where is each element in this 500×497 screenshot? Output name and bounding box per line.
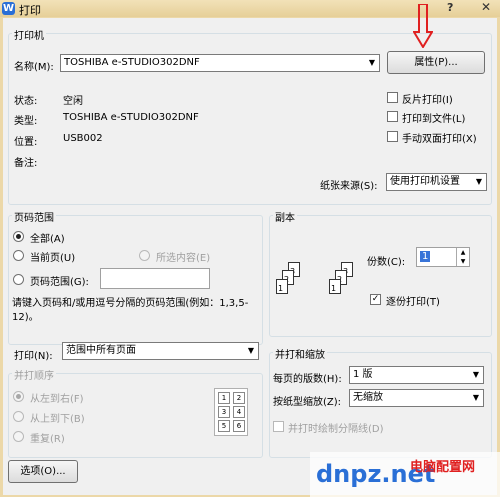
current-page-label: 当前页(U) xyxy=(30,253,76,264)
print-what-value: 范围中所有页面 xyxy=(66,345,136,356)
printer-legend: 打印机 xyxy=(12,27,46,42)
chevron-down-icon: ▼ xyxy=(472,393,480,402)
options-button[interactable]: 选项(O)... xyxy=(8,460,78,483)
pages-per-sheet-value: 1 版 xyxy=(353,369,373,380)
copies-count-value: 1 xyxy=(420,251,431,262)
type-label: 类型: xyxy=(14,116,38,127)
all-pages-label: 全部(A) xyxy=(30,234,65,245)
zoom-legend: 并打和缩放 xyxy=(273,346,327,361)
help-button[interactable]: ? xyxy=(447,1,453,14)
order-grid-preview: 1 2 3 4 5 6 xyxy=(214,388,248,436)
selection-radio[interactable] xyxy=(139,250,150,261)
close-button[interactable]: ✕ xyxy=(481,0,491,14)
print-what-label: 打印(N): xyxy=(14,351,53,362)
location-label: 位置: xyxy=(14,137,38,148)
copies-count-label: 份数(C): xyxy=(367,257,406,268)
status-label: 状态: xyxy=(14,96,38,107)
page-range-input[interactable] xyxy=(100,268,210,289)
print-dialog: 打印机 名称(M): TOSHIBA e-STUDIO302DNF ▼ 属性(P… xyxy=(3,18,497,495)
collate-checkbox[interactable]: ✓ xyxy=(370,294,381,305)
printer-name-label: 名称(M): xyxy=(14,62,54,73)
copies-legend: 副本 xyxy=(273,209,297,224)
paper-source-value: 使用打印机设置 xyxy=(390,176,460,187)
top-to-bottom-radio[interactable] xyxy=(13,411,24,422)
type-value: TOSHIBA e-STUDIO302DNF xyxy=(63,112,199,123)
scale-value: 无缩放 xyxy=(353,392,383,403)
left-to-right-label: 从左到右(F) xyxy=(30,394,84,405)
watermark: dnpz.net 电脑配置网 xyxy=(310,452,500,497)
printer-name-value: TOSHIBA e-STUDIO302DNF xyxy=(64,57,200,68)
red-arrow-annotation xyxy=(413,4,433,48)
collate-label: 逐份打印(T) xyxy=(386,297,440,308)
wps-logo-icon: W xyxy=(2,2,15,15)
location-value: USB002 xyxy=(63,133,103,144)
grid-cell: 1 xyxy=(218,392,230,404)
print-to-file-label: 打印到文件(L) xyxy=(402,114,466,125)
properties-button[interactable]: 属性(P)... xyxy=(387,51,485,74)
grid-cell: 6 xyxy=(233,420,245,432)
chevron-down-icon: ▼ xyxy=(368,58,376,67)
paper-source-label: 纸张来源(S): xyxy=(320,181,378,192)
scale-label: 按纸型缩放(Z): xyxy=(273,397,342,408)
spin-up-icon[interactable]: ▲ xyxy=(457,248,469,257)
printer-name-select[interactable]: TOSHIBA e-STUDIO302DNF ▼ xyxy=(60,54,380,72)
scale-select[interactable]: 无缩放 ▼ xyxy=(349,389,484,407)
grid-cell: 5 xyxy=(218,420,230,432)
paper-source-select[interactable]: 使用打印机设置 ▼ xyxy=(386,173,487,191)
copies-spinner[interactable]: ▲ ▼ xyxy=(456,248,469,266)
page-icon: 1 xyxy=(329,279,341,294)
order-legend: 并打顺序 xyxy=(12,367,56,382)
selection-label: 所选内容(E) xyxy=(156,253,211,264)
page-range-hint: 请键入页码和/或用逗号分隔的页码范围(例如：1,3,5-12)。 xyxy=(12,298,249,323)
watermark-cn: 电脑配置网 xyxy=(410,460,476,475)
page-range-radio[interactable] xyxy=(13,274,24,285)
pages-per-sheet-select[interactable]: 1 版 ▼ xyxy=(349,366,484,384)
top-to-bottom-label: 从上到下(B) xyxy=(30,414,85,425)
grid-cell: 3 xyxy=(218,406,230,418)
page-range-legend: 页码范围 xyxy=(12,209,56,224)
chevron-down-icon: ▼ xyxy=(475,177,483,186)
print-to-file-checkbox[interactable] xyxy=(387,111,398,122)
comment-label: 备注: xyxy=(14,158,38,169)
pages-per-sheet-label: 每页的版数(H): xyxy=(273,374,342,385)
grid-cell: 2 xyxy=(233,392,245,404)
reverse-print-checkbox[interactable] xyxy=(387,92,398,103)
status-value: 空闲 xyxy=(63,96,83,107)
copies-group xyxy=(269,215,492,337)
all-pages-radio[interactable] xyxy=(13,231,24,242)
draw-borders-checkbox[interactable] xyxy=(273,421,284,432)
draw-borders-label: 并打时绘制分隔线(D) xyxy=(288,424,384,435)
reverse-print-label: 反片打印(I) xyxy=(402,95,453,106)
chevron-down-icon: ▼ xyxy=(247,346,255,355)
current-page-radio[interactable] xyxy=(13,250,24,261)
page-icon: 1 xyxy=(276,279,288,294)
chevron-down-icon: ▼ xyxy=(472,370,480,379)
manual-duplex-checkbox[interactable] xyxy=(387,131,398,142)
left-to-right-radio[interactable] xyxy=(13,391,24,402)
page-range-label: 页码范围(G): xyxy=(30,277,89,288)
print-what-select[interactable]: 范围中所有页面 ▼ xyxy=(62,342,259,360)
repeat-label: 重复(R) xyxy=(30,434,65,445)
grid-cell: 4 xyxy=(233,406,245,418)
window-title: 打印 xyxy=(19,4,41,17)
repeat-radio[interactable] xyxy=(13,431,24,442)
manual-duplex-label: 手动双面打印(X) xyxy=(402,134,477,145)
spin-down-icon[interactable]: ▼ xyxy=(457,257,469,266)
